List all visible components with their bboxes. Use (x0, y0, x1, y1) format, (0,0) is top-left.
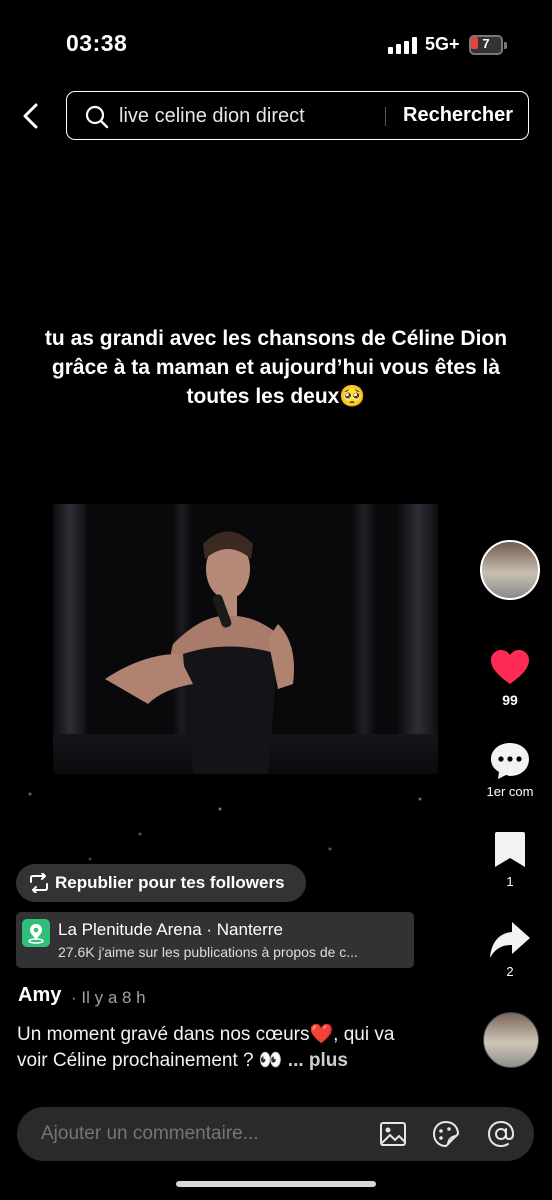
performer-image (105, 531, 294, 774)
like-count: 99 (502, 692, 518, 708)
bookmark-icon[interactable] (488, 828, 532, 872)
battery-level: 7 (482, 36, 490, 51)
location-pin-icon (22, 919, 50, 947)
save-count: 1 (506, 874, 514, 889)
sticker-icon[interactable] (432, 1120, 460, 1148)
creator-avatar[interactable] (480, 540, 540, 600)
location-subtitle: 27.6K j'aime sur les publications à prop… (58, 944, 358, 960)
status-time: 03:38 (66, 30, 128, 56)
comment-count: 1er com (486, 784, 534, 799)
search-input[interactable]: live celine dion direct (119, 105, 305, 128)
search-button[interactable]: Rechercher (403, 104, 513, 127)
heart-icon[interactable] (488, 646, 532, 690)
network-label: 5G+ (425, 34, 460, 54)
post-time: · Il y a 8 h (71, 988, 146, 1007)
location-card[interactable]: La Plenitude Arena · Nanterre 27.6K j'ai… (16, 912, 414, 968)
comment-action[interactable]: 1er com (475, 738, 545, 799)
battery-icon: 7 (469, 35, 507, 55)
video-caption: tu as grandi avec les chansons de Céline… (44, 327, 508, 408)
like-action[interactable]: 99 (475, 646, 545, 708)
share-icon[interactable] (488, 918, 532, 962)
home-indicator[interactable] (176, 1181, 376, 1187)
music-avatar[interactable] (483, 1012, 539, 1068)
comment-bar (17, 1107, 534, 1161)
image-icon[interactable] (379, 1120, 407, 1148)
repost-button[interactable]: Republier pour tes followers (16, 864, 306, 902)
more-link[interactable]: ... plus (288, 1050, 348, 1071)
save-action[interactable]: 1 (475, 828, 545, 889)
repost-label: Republier pour tes followers (55, 873, 285, 892)
comment-input[interactable] (41, 1123, 361, 1145)
search-divider (385, 107, 386, 126)
at-icon[interactable] (487, 1120, 515, 1148)
author-name[interactable]: Amy (18, 984, 61, 1007)
share-count: 2 (506, 964, 514, 979)
search-icon (85, 105, 109, 129)
video-frame[interactable] (53, 504, 438, 774)
chevron-left-icon[interactable] (18, 102, 46, 130)
repost-icon (30, 873, 48, 893)
location-title: La Plenitude Arena · Nanterre (58, 920, 283, 939)
stage-lights (0, 774, 552, 874)
comment-icon[interactable] (488, 738, 532, 782)
signal-icon (388, 37, 418, 54)
share-action[interactable]: 2 (475, 918, 545, 979)
post-description[interactable]: Un moment gravé dans nos cœurs❤️, qui va… (17, 1022, 427, 1074)
search-bar[interactable]: live celine dion direct Rechercher (66, 91, 529, 140)
